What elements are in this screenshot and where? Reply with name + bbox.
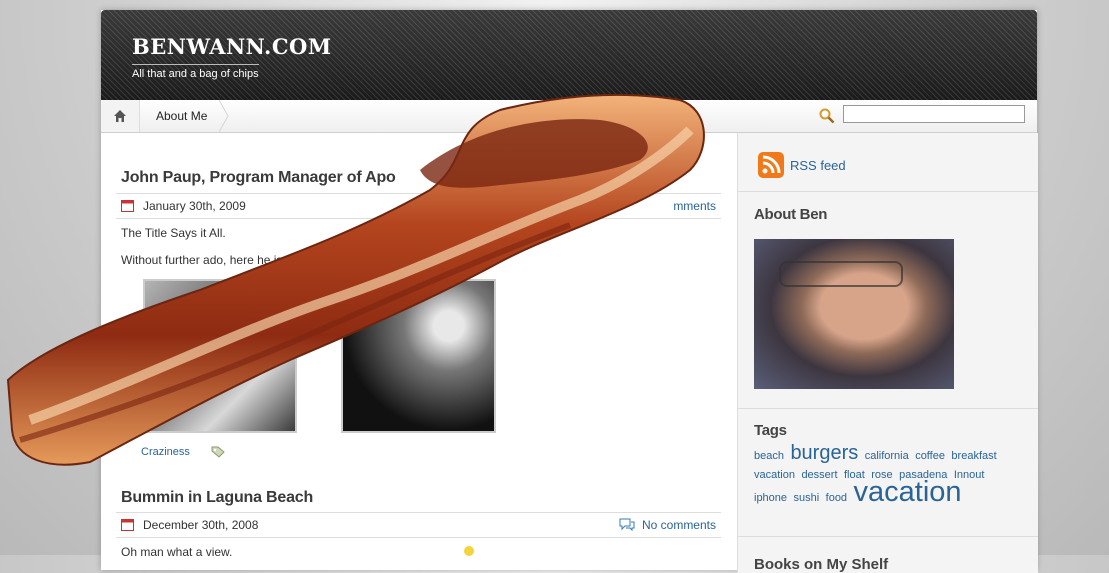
site-title[interactable]: BENWANN.COM (132, 34, 332, 59)
post-title[interactable]: John Paup, Program Manager of Apo (121, 169, 396, 187)
tag-link[interactable]: sushi (794, 492, 820, 504)
search-input[interactable] (843, 105, 1025, 123)
post-paragraph: Oh man what a view. (121, 545, 233, 559)
post-photo[interactable] (143, 279, 297, 433)
home-icon (114, 110, 126, 122)
search-icon[interactable] (819, 108, 835, 124)
nav-separator (219, 100, 229, 132)
post-meta: January 30th, 2009 mments (116, 193, 721, 219)
post-paragraph: Without further ado, here he is (121, 253, 283, 267)
site-tagline: All that and a bag of chips (132, 64, 259, 80)
tag-link[interactable]: vacation (854, 476, 962, 508)
sidebar: RSS feed About Ben Tags beach burgers ca… (737, 133, 1038, 573)
calendar-icon (121, 519, 134, 531)
site-header: BENWANN.COM All that and a bag of chips (101, 10, 1037, 100)
avatar (754, 239, 954, 389)
tag-link[interactable]: breakfast (951, 450, 996, 462)
post-date: December 30th, 2008 (143, 518, 259, 532)
tag-link[interactable]: iphone (754, 492, 787, 504)
post-paragraph: The Title Says it All. (121, 226, 226, 240)
comments-link[interactable]: No comments (642, 518, 716, 532)
main-content: John Paup, Program Manager of Apo Januar… (101, 133, 737, 573)
tag-link[interactable]: burgers (790, 442, 858, 464)
post-date: January 30th, 2009 (143, 199, 246, 213)
post-photo[interactable] (341, 279, 496, 433)
nav-about-me[interactable]: About Me (156, 109, 207, 123)
page: BENWANN.COM All that and a bag of chips … (101, 10, 1038, 573)
tag-link[interactable]: dessert (801, 469, 837, 481)
tag-icon (211, 446, 225, 458)
post-category-link[interactable]: Craziness (141, 446, 190, 458)
home-button[interactable] (101, 100, 140, 132)
comment-icon (619, 518, 635, 531)
divider (738, 536, 1038, 537)
rss-feed-link[interactable]: RSS feed (790, 158, 846, 173)
post-meta: December 30th, 2008 No comments (116, 512, 721, 538)
tag-link[interactable]: coffee (915, 450, 945, 462)
rss-icon[interactable] (758, 152, 784, 178)
divider (738, 191, 1038, 192)
comments-link[interactable]: mments (673, 199, 716, 213)
books-heading: Books on My Shelf (754, 556, 889, 573)
tag-link[interactable]: food (826, 492, 847, 504)
tags-heading: Tags (754, 422, 787, 439)
tag-link[interactable]: beach (754, 450, 784, 462)
tag-link[interactable]: vacation (754, 469, 795, 481)
about-heading: About Ben (754, 206, 828, 223)
divider (738, 408, 1038, 409)
calendar-icon (121, 200, 134, 212)
tag-link[interactable]: california (865, 450, 909, 462)
tag-cloud: beach burgers california coffee breakfas… (754, 442, 1024, 508)
post-title[interactable]: Bummin in Laguna Beach (121, 489, 313, 507)
navbar: About Me (101, 100, 1037, 133)
